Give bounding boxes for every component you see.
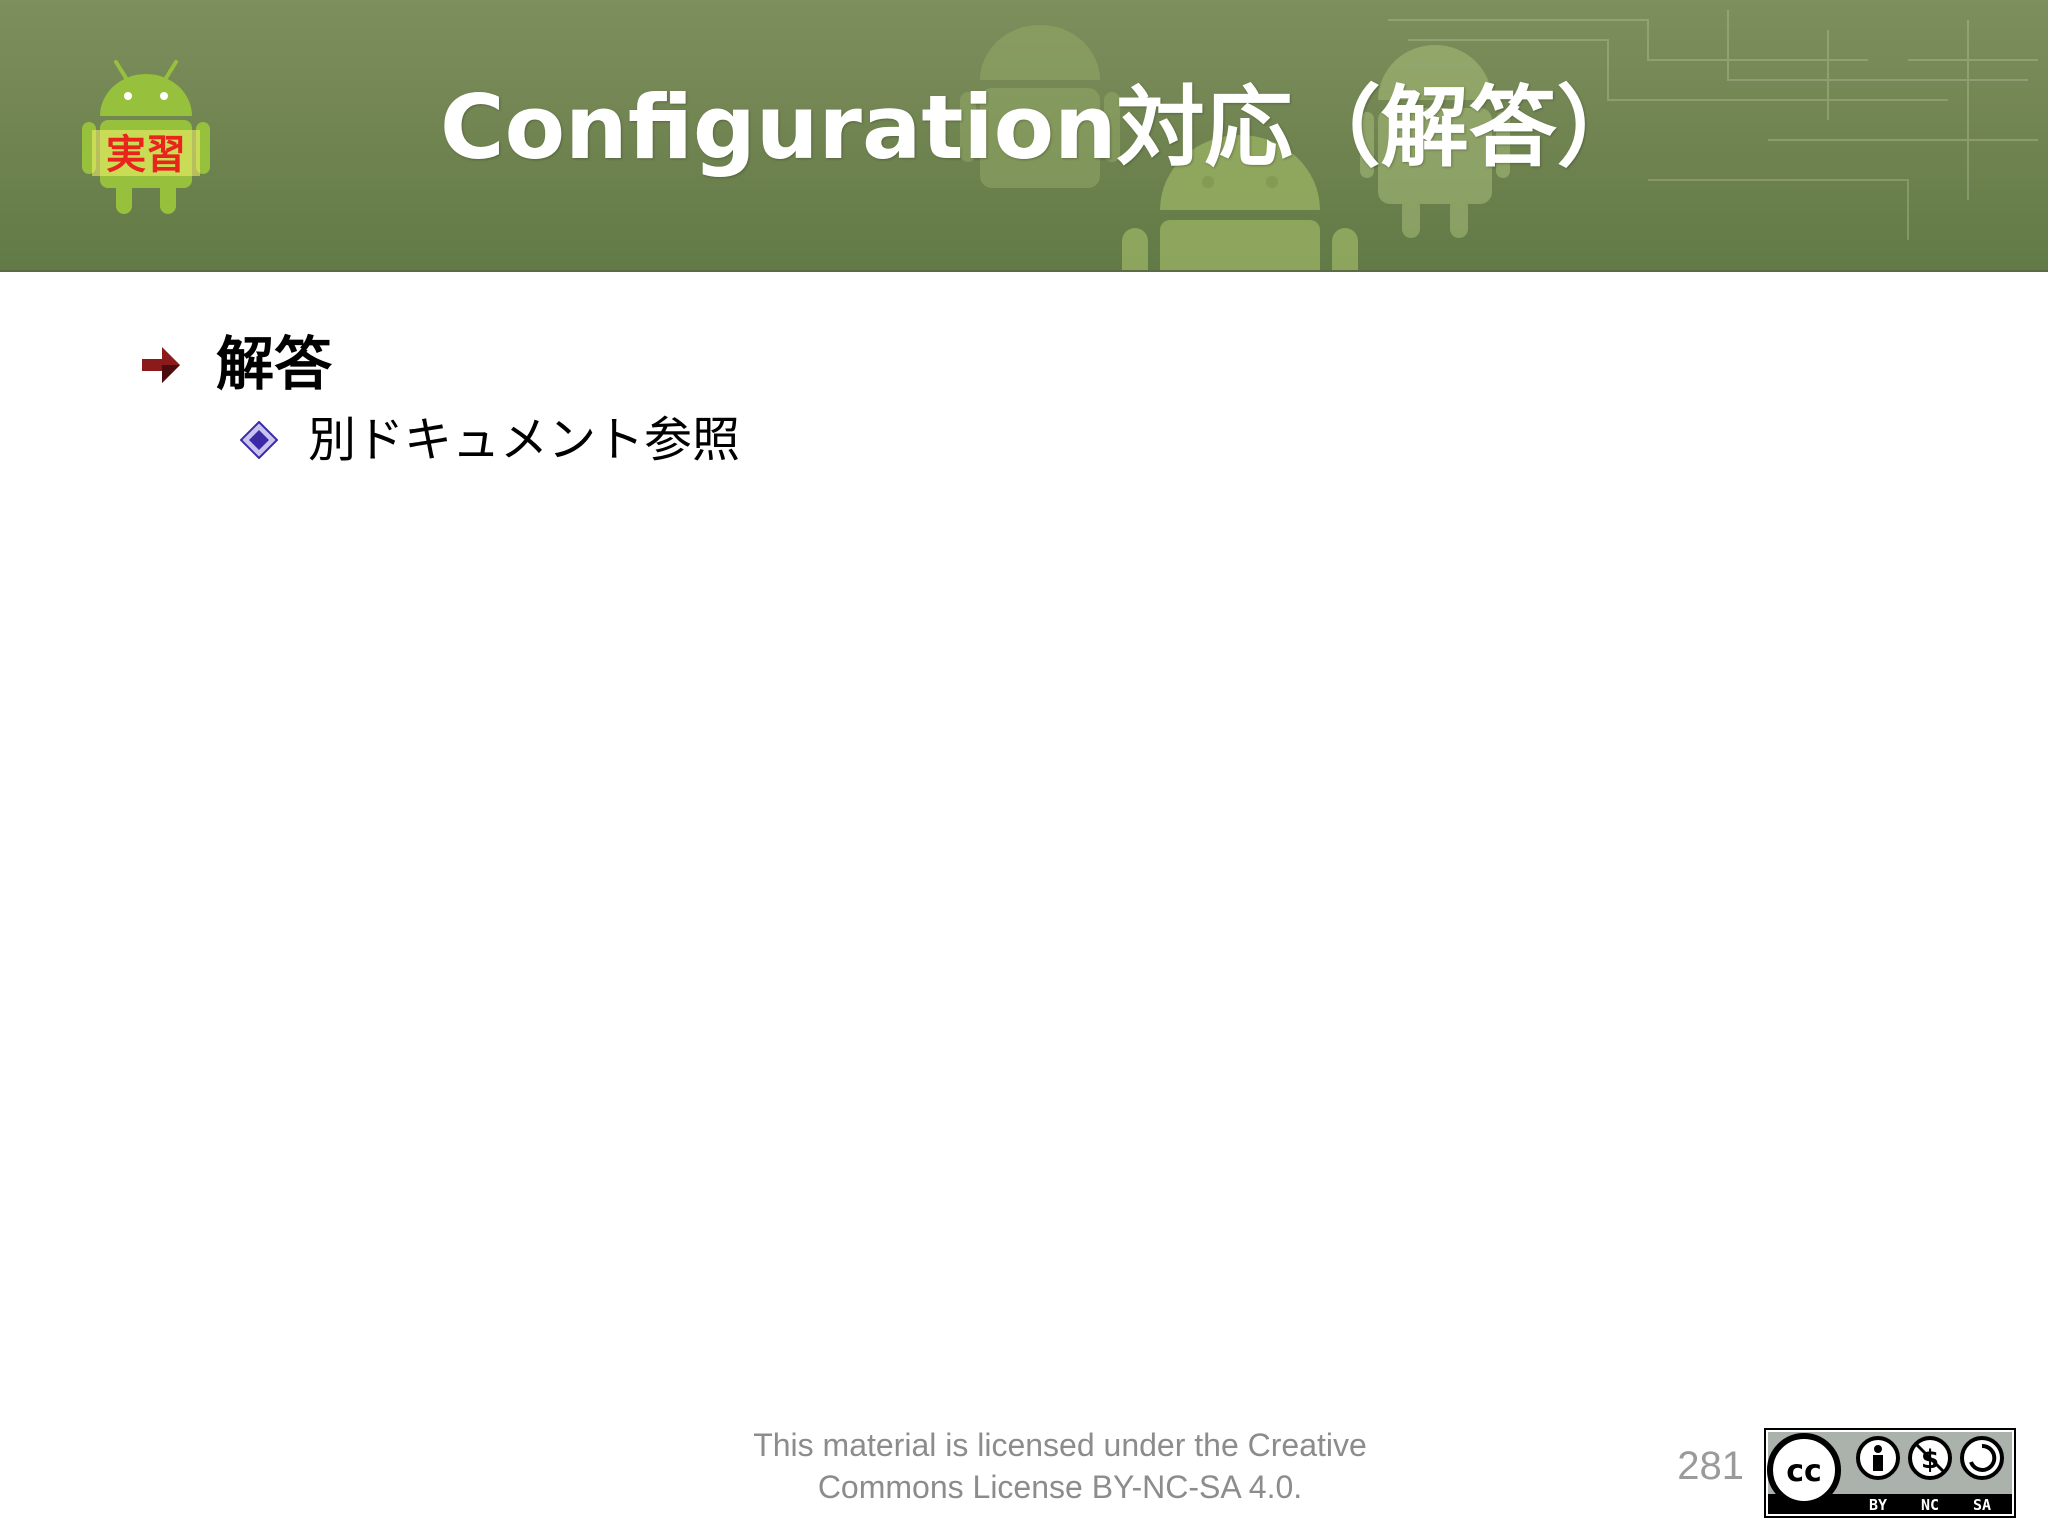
android-robot-icon: 実習	[82, 60, 210, 214]
sub-bullet-text: 別ドキュメント参照	[308, 412, 741, 468]
diamond-icon	[240, 421, 278, 459]
cc-sa-label: SA	[1973, 1496, 1991, 1514]
bullet-text: 解答	[216, 330, 333, 398]
sub-bullet-item: 別ドキュメント参照	[240, 404, 740, 476]
bullet-item: 解答	[140, 324, 332, 404]
license-line: This material is licensed under the Crea…	[753, 1427, 1367, 1463]
logo-label: 実習	[106, 132, 186, 178]
license-line: Commons License BY-NC-SA 4.0.	[817, 1469, 1303, 1505]
creative-commons-icon: cc $ BY NC SA	[1764, 1428, 2016, 1518]
cc-nc-label: NC	[1921, 1496, 1939, 1514]
slide-title: Configuration対応（解答）	[440, 76, 1645, 179]
license-text: This material is licensed under the Crea…	[700, 1424, 1420, 1508]
svg-text:cc: cc	[1786, 1454, 1822, 1489]
arrow-down-right-icon	[142, 347, 180, 383]
cc-by-label: BY	[1869, 1496, 1887, 1514]
page-number: 281	[1677, 1444, 1744, 1488]
